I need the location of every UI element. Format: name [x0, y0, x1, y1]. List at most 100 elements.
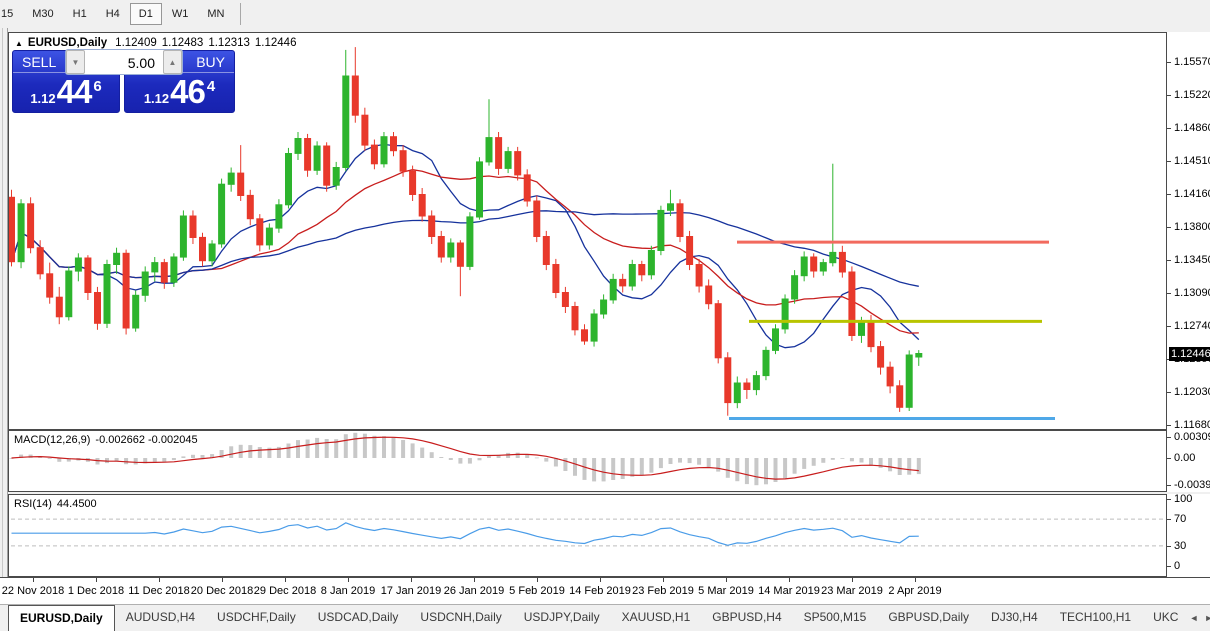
tab-xauusd-h1[interactable]: XAUUSD,H1	[611, 605, 702, 631]
bull-candle	[209, 244, 215, 261]
macd-histogram-bar	[860, 458, 864, 463]
bear-candle	[438, 237, 444, 258]
timeframe-button-W1[interactable]: W1	[163, 3, 198, 25]
left-splitter[interactable]	[0, 28, 8, 577]
tab-usdcnh-daily[interactable]: USDCNH,Daily	[409, 605, 512, 631]
price-tick-label: 1.13800	[1174, 221, 1210, 233]
bear-candle	[362, 115, 368, 145]
bull-candle	[228, 173, 234, 184]
macd-histogram-bar	[544, 458, 548, 462]
date-axis[interactable]: 22 Nov 20181 Dec 201811 Dec 201820 Dec 2…	[0, 577, 1210, 604]
bear-candle	[582, 330, 588, 341]
timeframe-button-MN[interactable]: MN	[198, 3, 233, 25]
bull-candle	[171, 257, 177, 282]
timeframe-button-M30[interactable]: M30	[23, 3, 62, 25]
tab-audusd-h4[interactable]: AUDUSD,H4	[115, 605, 206, 631]
bull-candle	[180, 216, 186, 257]
tab-gbpusd-daily[interactable]: GBPUSD,Daily	[877, 605, 980, 631]
tab-usdcad-daily[interactable]: USDCAD,Daily	[307, 605, 410, 631]
ohlc-low: 1.12313	[208, 37, 250, 49]
tab-usdjpy-daily[interactable]: USDJPY,Daily	[513, 605, 611, 631]
bull-candle	[820, 263, 826, 271]
bear-candle	[543, 237, 549, 265]
rsi-value: 44.4500	[57, 498, 97, 510]
bear-candle	[839, 252, 845, 272]
bull-candle	[381, 137, 387, 164]
tab-sp500-m15[interactable]: SP500,M15	[793, 605, 878, 631]
macd-histogram-bar	[669, 458, 673, 464]
macd-tick-label: -0.003947	[1174, 479, 1210, 491]
timeframe-button-H1[interactable]: H1	[64, 3, 96, 25]
date-tick	[159, 578, 160, 582]
macd-tick	[1167, 485, 1171, 486]
bull-candle	[801, 257, 807, 276]
toolbar-separator	[240, 3, 241, 25]
macd-histogram-bar	[287, 444, 291, 459]
rsi-axis[interactable]: 10070300	[1167, 494, 1210, 577]
date-tick	[348, 578, 349, 582]
bull-candle	[658, 210, 664, 250]
rsi-panel[interactable]: RSI(14)44.4500	[8, 494, 1167, 577]
bear-candle	[744, 383, 750, 390]
macd-histogram-bar	[325, 439, 329, 458]
macd-histogram-bar	[239, 445, 243, 458]
tab-scroll-left-icon[interactable]: ◄	[1189, 613, 1198, 623]
bull-candle	[142, 272, 148, 295]
tab-eurusd-daily[interactable]: EURUSD,Daily	[8, 605, 115, 631]
bear-candle	[715, 304, 721, 358]
bull-candle	[343, 76, 349, 168]
macd-histogram-bar	[516, 453, 520, 458]
bull-candle	[763, 350, 769, 375]
bear-candle	[429, 216, 435, 237]
macd-histogram-bar	[353, 433, 357, 458]
tab-scroll-nav: ◄►	[1189, 605, 1210, 631]
main-chart-panel[interactable]: ▲EURUSD,Daily1.124091.124831.123131.1244…	[8, 32, 1167, 430]
price-tick-label: 1.15220	[1174, 89, 1210, 101]
macd-histogram-bar	[697, 458, 701, 465]
price-tick-label: 1.13450	[1174, 254, 1210, 266]
bull-candle	[648, 251, 654, 275]
timeframe-button-H4[interactable]: H4	[97, 3, 129, 25]
price-axis[interactable]: 1.155701.152201.148601.145101.141601.138…	[1167, 32, 1210, 430]
volume-value[interactable]: 5.00	[85, 50, 163, 74]
rsi-tick	[1167, 499, 1171, 500]
bull-candle	[486, 138, 492, 162]
macd-histogram-bar	[535, 458, 539, 459]
buy-price-pip: 4	[207, 79, 215, 94]
rsi-canvas[interactable]	[9, 495, 1166, 576]
timeframe-button-D1[interactable]: D1	[130, 3, 162, 25]
date-tick	[411, 578, 412, 582]
price-tick	[1167, 128, 1171, 129]
macd-histogram-bar	[640, 458, 644, 475]
sell-price-pip: 6	[93, 79, 101, 94]
date-label: 14 Feb 2019	[569, 585, 631, 597]
tab-ukc[interactable]: UKC	[1142, 605, 1189, 631]
ohlc-close: 1.12446	[255, 37, 297, 49]
macd-panel[interactable]: MACD(12,26,9)-0.002662 -0.002045	[8, 430, 1167, 492]
macd-histogram-bar	[812, 458, 816, 466]
bull-candle	[773, 329, 779, 351]
volume-increase-icon[interactable]: ▲	[163, 50, 182, 74]
volume-decrease-icon[interactable]: ▼	[66, 50, 85, 74]
timeframe-button-15[interactable]: 15	[0, 3, 22, 25]
bull-candle	[830, 252, 836, 262]
tab-usdchf-daily[interactable]: USDCHF,Daily	[206, 605, 307, 631]
rsi-tick	[1167, 546, 1171, 547]
tab-gbpusd-h4[interactable]: GBPUSD,H4	[701, 605, 792, 631]
tab-dj30-h4[interactable]: DJ30,H4	[980, 605, 1049, 631]
bull-candle	[477, 162, 483, 217]
chart-collapse-icon[interactable]: ▲	[15, 39, 23, 48]
rsi-tick	[1167, 566, 1171, 567]
macd-values: -0.002662 -0.002045	[95, 434, 197, 446]
price-tick-label: 1.14160	[1174, 188, 1210, 200]
date-label: 29 Dec 2018	[254, 585, 316, 597]
macd-axis[interactable]: 0.0030950.00-0.003947	[1167, 430, 1210, 492]
bear-candle	[123, 253, 129, 328]
chart-title: ▲EURUSD,Daily1.124091.124831.123131.1244…	[15, 37, 301, 49]
bull-candle	[114, 253, 120, 264]
price-tick	[1167, 161, 1171, 162]
price-tick	[1167, 95, 1171, 96]
macd-histogram-bar	[678, 458, 682, 463]
tab-tech100-h1[interactable]: TECH100,H1	[1049, 605, 1142, 631]
tab-scroll-right-icon[interactable]: ►	[1204, 613, 1210, 623]
